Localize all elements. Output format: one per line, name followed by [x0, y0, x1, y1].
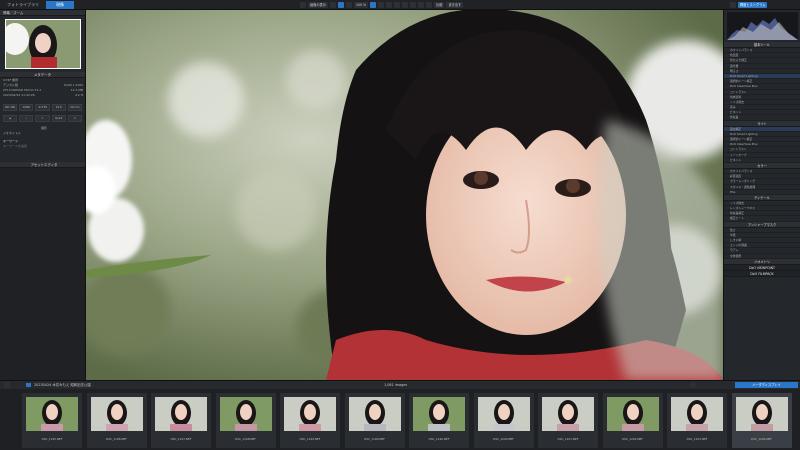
image-count: 1,061 images [384, 383, 408, 387]
shutter-value: 1/800 [19, 104, 34, 111]
exposure-info-row: ISO 160 1/800 -0.3 EV f/1.8 56 mm [0, 102, 85, 113]
filmstrip-thumbnail[interactable]: DSC_1201.NEF [538, 393, 598, 448]
thumbnail-filename: DSC_1200.NEF [493, 437, 514, 441]
thumbnail-filename: DSC_1169.NEF [299, 437, 321, 441]
compare-button[interactable]: 比較 [434, 2, 445, 8]
filmpack-button[interactable]: DxO FILMPACK [724, 270, 800, 277]
thumbnail-image [542, 397, 594, 431]
focal-value: 56 mm [67, 104, 83, 111]
filmstrip-thumbnail[interactable]: DSC_1167.NEF [151, 393, 211, 448]
thumbnail-image [735, 397, 788, 431]
thumbnail-image [26, 397, 78, 431]
thumbnail-filename: DSC_1204.NEF [751, 437, 772, 441]
right-panel: 基本ツール ホワイトバランス 色温度 色かぶり補正 露光量 明るさ DxO Sm… [723, 10, 800, 380]
crop-icon[interactable] [345, 2, 352, 8]
flash-icon: ⚡ [19, 115, 34, 122]
image-viewer[interactable] [86, 10, 723, 380]
filmstrip-thumbnail[interactable]: DSC_1203.NEF [667, 393, 727, 448]
local-adjust-icon[interactable] [394, 2, 401, 8]
thumbnail-image [477, 397, 530, 431]
sort-icon[interactable] [4, 382, 10, 388]
filmstrip-thumbnail[interactable]: DSC_1204.NEF [731, 393, 792, 448]
thumbnail-image [671, 397, 723, 431]
filmstrip-thumbnail[interactable]: DSC_1180.NEF [344, 393, 405, 448]
keyword-input[interactable]: キーワードを追加 [0, 144, 85, 149]
thumbnail-filename: DSC_1165.NEF [41, 437, 63, 441]
thumbnail-filename: DSC_1190.NEF [428, 437, 450, 441]
histogram [727, 12, 798, 40]
filmstrip-thumbnail[interactable]: DSC_1166.NEF [86, 393, 147, 448]
thumbnail-image [155, 397, 207, 431]
filmstrip-thumbnail[interactable]: DSC_1190.NEF [409, 393, 469, 448]
wb-icon: ☼ [35, 115, 50, 122]
thumbnail-filename: DSC_1168.NEF [235, 437, 256, 441]
main-photo [86, 10, 723, 380]
folder-icon [26, 383, 31, 387]
histogram-graph [727, 18, 798, 40]
display-toggle[interactable]: ハーダディスプレイ [735, 382, 798, 388]
thumbnail-filename: DSC_1166.NEF [106, 437, 127, 441]
thumbnail-filename: DSC_1201.NEF [557, 437, 579, 441]
filmstrip-toolbar: 20230424 木花みもえ 昭和記念公園 1,061 images ハーダディ… [0, 380, 800, 389]
export-button[interactable]: 書き出す [446, 2, 464, 8]
navigator-thumbnail[interactable] [4, 19, 81, 69]
thumbnail-image [90, 397, 143, 431]
picker-icon[interactable] [426, 2, 433, 8]
thumbnail-filename: DSC_1180.NEF [364, 437, 385, 441]
thumbnail-image [348, 397, 401, 431]
left-panel: 情報／ズーム メタデータ X-T4F 無題 デジタル数 XF10 NOMAD 5… [0, 10, 86, 380]
filmstrip-thumbnail[interactable]: DSC_1168.NEF [215, 393, 276, 448]
filmstrip-thumbnail[interactable]: DSC_1202.NEF [602, 393, 663, 448]
thumbnail-image [413, 397, 465, 431]
tab-develop[interactable]: 現像 [46, 1, 74, 9]
metering-icon: ◈ [3, 115, 18, 122]
tab-photo-library[interactable]: フォトライブラリ [3, 1, 43, 9]
horizon-icon[interactable] [402, 2, 409, 8]
navigator-header[interactable]: 情報／ズーム [0, 10, 85, 16]
more-icon[interactable]: ▾ [67, 115, 83, 122]
iso-value: ISO 160 [3, 104, 18, 111]
thumbnail-filename: DSC_1202.NEF [622, 437, 643, 441]
meta-ratio: 4:2 H [74, 93, 83, 97]
filter-icon[interactable] [690, 382, 696, 388]
ev-value: -0.3 EV [35, 104, 50, 111]
filmstrip-thumbnail[interactable]: DSC_1169.NEF [280, 393, 340, 448]
filmstrip-thumbnail[interactable]: DSC_1165.NEF [22, 393, 82, 448]
redeye-icon[interactable] [378, 2, 385, 8]
reset-icon[interactable] [300, 2, 306, 8]
folder-path[interactable]: 20230424 木花みもえ 昭和記念公園 [34, 382, 91, 388]
thumbnail-image [219, 397, 272, 431]
before-after-icon[interactable] [329, 2, 336, 8]
geo-title-row: ジオタイトル [3, 131, 22, 135]
filmstrip-thumbnail[interactable]: DSC_1200.NEF [473, 393, 534, 448]
repair-icon[interactable] [386, 2, 393, 8]
metadata-block: X-T4F 無題 デジタル数 XF10 NOMAD 56mm F1.2 2023… [0, 78, 85, 102]
mode-icons-row: ◈ ⚡ ☼ Quick ▾ [0, 113, 85, 124]
quick-button[interactable]: Quick [51, 115, 66, 122]
navigator-preview-image [4, 19, 81, 69]
asset-editor-area [0, 168, 85, 380]
view-button[interactable]: 画像の表示 [308, 2, 328, 8]
hand-tool-icon[interactable] [337, 2, 344, 8]
thumbnail-filename: DSC_1203.NEF [686, 437, 708, 441]
aperture-value: f/1.8 [51, 104, 66, 111]
thumbnail-filename: DSC_1167.NEF [170, 437, 192, 441]
thumbnail-image [606, 397, 659, 431]
grid-icon[interactable] [370, 2, 377, 8]
sync-icon[interactable] [730, 2, 736, 8]
top-toolbar: フォトライブラリ 現像 画像の表示 100 % 比較 書き出す 輝度ヒストグラム [0, 0, 800, 10]
thumbnail-image [284, 397, 336, 431]
mask-icon[interactable] [418, 2, 425, 8]
perspective-icon[interactable] [410, 2, 417, 8]
histogram-title[interactable]: 輝度ヒストグラム [738, 2, 768, 8]
zoom-level[interactable]: 100 % [353, 2, 369, 8]
